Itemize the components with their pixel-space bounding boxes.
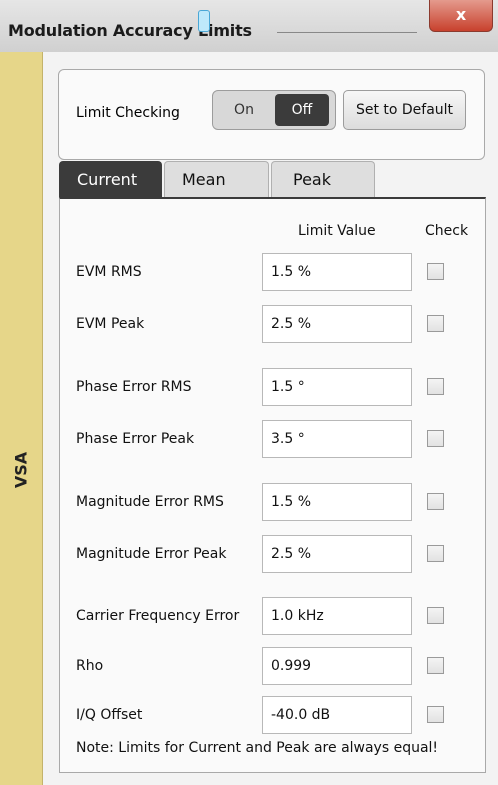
limit-value-input[interactable]: 1.5 °	[262, 368, 412, 406]
limit-value-header: Limit Value	[298, 223, 376, 239]
row-label: Magnitude Error Peak	[76, 546, 227, 562]
check-checkbox[interactable]	[427, 657, 444, 674]
limit-row-evm-rms: EVM RMS 1.5 %	[60, 253, 485, 291]
check-checkbox[interactable]	[427, 315, 444, 332]
text-cursor-icon	[198, 10, 210, 32]
row-label: EVM Peak	[76, 316, 145, 332]
toggle-on-option[interactable]: On	[215, 93, 273, 127]
tab-current[interactable]: Current	[59, 161, 162, 197]
limit-value-input[interactable]: 0.999	[262, 647, 412, 685]
row-label: I/Q Offset	[76, 707, 143, 723]
limit-row-phase-error-peak: Phase Error Peak 3.5 °	[60, 420, 485, 458]
limit-checking-group: Limit Checking On Off Set to Default	[58, 69, 485, 160]
check-checkbox[interactable]	[427, 493, 444, 510]
limit-row-evm-peak: EVM Peak 2.5 %	[60, 305, 485, 343]
check-checkbox[interactable]	[427, 378, 444, 395]
row-label: Rho	[76, 658, 104, 674]
limit-value-input[interactable]: 2.5 %	[262, 535, 412, 573]
limit-row-phase-error-rms: Phase Error RMS 1.5 °	[60, 368, 485, 406]
limit-row-magnitude-error-peak: Magnitude Error Peak 2.5 %	[60, 535, 485, 573]
row-label: Phase Error Peak	[76, 431, 195, 447]
close-button[interactable]: x	[429, 0, 493, 32]
limit-value-input[interactable]: 2.5 %	[262, 305, 412, 343]
row-label: Magnitude Error RMS	[76, 494, 224, 510]
main-content: Limit Checking On Off Set to Default Cur…	[43, 52, 498, 785]
row-label: EVM RMS	[76, 264, 142, 280]
check-checkbox[interactable]	[427, 263, 444, 280]
title-bar: Modulation Accuracy Limits x	[0, 0, 498, 53]
title-divider	[277, 32, 417, 33]
limit-checking-toggle[interactable]: On Off	[212, 90, 336, 130]
vsa-sidebar[interactable]: VSA	[0, 52, 43, 785]
row-label: Phase Error RMS	[76, 379, 192, 395]
vsa-label: VSA	[11, 451, 31, 489]
check-checkbox[interactable]	[427, 706, 444, 723]
note-text: Note: Limits for Current and Peak are al…	[76, 740, 439, 756]
window-title: Modulation Accuracy Limits	[8, 21, 252, 40]
check-checkbox[interactable]	[427, 430, 444, 447]
check-checkbox[interactable]	[427, 607, 444, 624]
toggle-off-option[interactable]: Off	[275, 94, 329, 126]
limit-value-input[interactable]: 1.5 %	[262, 483, 412, 521]
limit-value-input[interactable]: 1.5 %	[262, 253, 412, 291]
limit-value-input[interactable]: -40.0 dB	[262, 696, 412, 734]
limit-row-iq-offset: I/Q Offset -40.0 dB	[60, 696, 485, 734]
set-to-default-button[interactable]: Set to Default	[343, 90, 466, 130]
check-header: Check	[425, 223, 469, 239]
limit-row-carrier-frequency-error: Carrier Frequency Error 1.0 kHz	[60, 597, 485, 635]
limit-value-input[interactable]: 3.5 °	[262, 420, 412, 458]
tab-mean[interactable]: Mean	[164, 161, 269, 197]
limits-panel: Limit Value Check EVM RMS 1.5 % EVM Peak…	[59, 197, 486, 773]
limit-row-rho: Rho 0.999	[60, 647, 485, 685]
tab-peak[interactable]: Peak	[271, 161, 375, 197]
check-checkbox[interactable]	[427, 545, 444, 562]
limit-row-magnitude-error-rms: Magnitude Error RMS 1.5 %	[60, 483, 485, 521]
limit-checking-label: Limit Checking	[76, 105, 180, 121]
limit-value-input[interactable]: 1.0 kHz	[262, 597, 412, 635]
row-label: Carrier Frequency Error	[76, 608, 240, 624]
